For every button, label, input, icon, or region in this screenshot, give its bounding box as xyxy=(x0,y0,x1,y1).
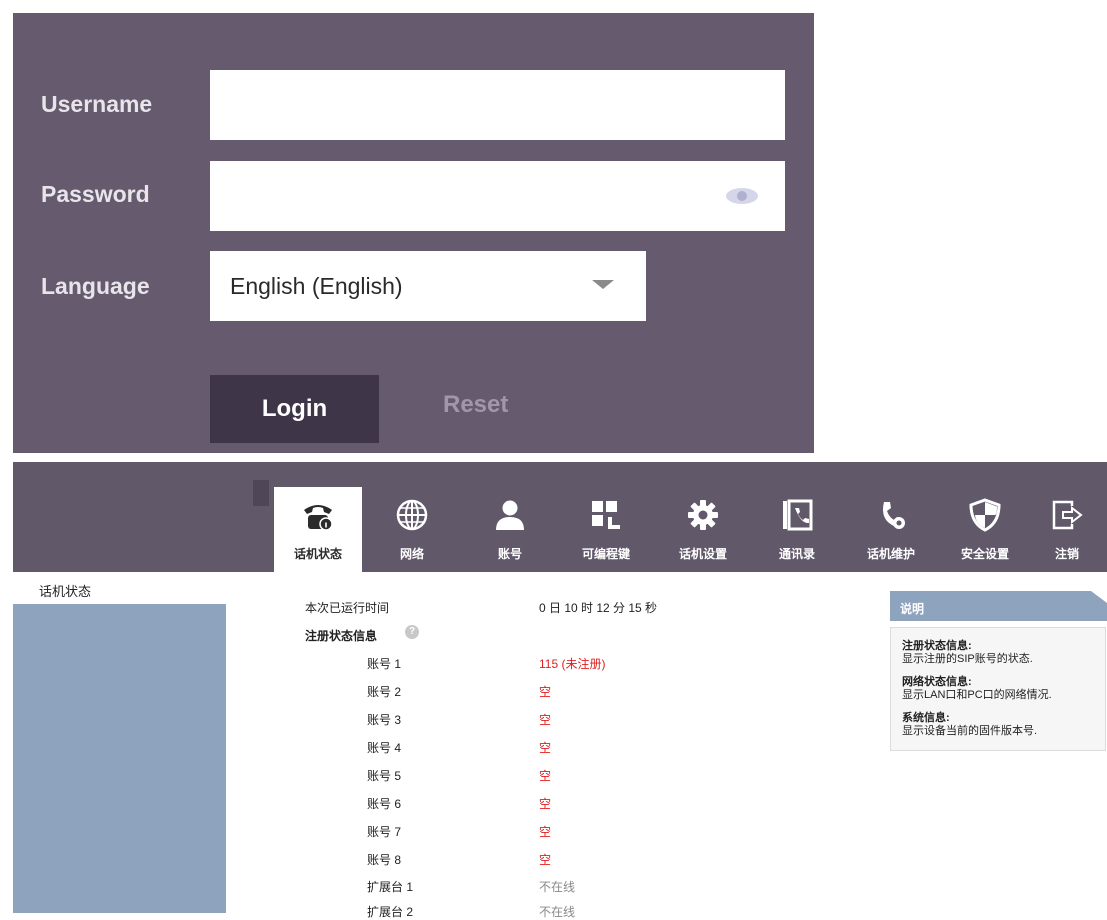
uptime-value: 0 日 10 时 12 分 15 秒 xyxy=(539,601,658,615)
account-label: 账号 6 xyxy=(367,797,402,811)
gear-icon xyxy=(688,500,718,530)
language-value: English (English) xyxy=(230,273,403,299)
password-input[interactable] xyxy=(210,161,785,231)
help-section-title: 系统信息: xyxy=(902,712,950,724)
help-section-title: 网络状态信息: xyxy=(902,676,972,688)
contacts-icon xyxy=(783,499,813,531)
tab-contacts[interactable]: 通讯录 xyxy=(753,462,841,572)
account-status: 空 xyxy=(539,685,552,699)
globe-icon xyxy=(396,499,428,531)
tab-programmable-keys[interactable]: 可编程键 xyxy=(562,462,650,572)
account-status: 空 xyxy=(539,853,552,867)
help-section-text: 显示LAN口和PC口的网络情况. xyxy=(902,689,1052,701)
tab-account[interactable]: 账号 xyxy=(466,462,554,572)
expansion-status: 不在线 xyxy=(539,880,576,894)
expansion-status: 不在线 xyxy=(539,905,576,919)
chevron-down-icon xyxy=(592,280,614,289)
account-label: 账号 3 xyxy=(367,713,402,727)
language-label: Language xyxy=(41,273,150,299)
tab-label: 可编程键 xyxy=(581,547,630,561)
expansion-label: 扩展台 2 xyxy=(367,905,414,919)
maintenance-icon xyxy=(883,502,905,529)
help-section-text: 显示设备当前的固件版本号. xyxy=(902,725,1038,737)
top-nav-bar: 话机状态 网络 账号 可编程键 话机设置 通讯录 话机维护 安全设置 注销 xyxy=(13,462,1107,572)
username-input[interactable] xyxy=(210,70,785,140)
tab-label: 话机维护 xyxy=(866,547,915,561)
account-label: 账号 7 xyxy=(367,825,402,839)
password-label: Password xyxy=(41,181,150,207)
eye-icon[interactable] xyxy=(725,187,759,205)
reset-button[interactable]: Reset xyxy=(443,391,508,419)
account-status: 115 (未注册) xyxy=(539,657,606,671)
account-status: 空 xyxy=(539,741,552,755)
help-panel-header: 说明 xyxy=(890,591,1107,621)
tab-phone-maintenance[interactable]: 话机维护 xyxy=(847,462,935,572)
tab-phone-status[interactable]: 话机状态 xyxy=(274,487,362,572)
help-section-text: 显示注册的SIP账号的状态. xyxy=(902,653,1033,665)
logout-icon xyxy=(1052,500,1083,530)
help-icon[interactable]: ? xyxy=(405,625,419,639)
username-label: Username xyxy=(41,91,153,117)
account-status: 空 xyxy=(539,713,552,727)
tab-label: 注销 xyxy=(1054,547,1079,561)
sidebar-item-label: 话机状态 xyxy=(39,584,92,599)
login-panel: Username Password Language English (Engl… xyxy=(13,13,814,453)
tab-label: 安全设置 xyxy=(960,547,1009,561)
account-label: 账号 5 xyxy=(367,769,402,783)
uptime-label: 本次已运行时间 xyxy=(305,601,390,615)
login-button[interactable]: Login xyxy=(210,375,379,443)
phone-icon xyxy=(304,505,333,531)
account-label: 账号 4 xyxy=(367,741,402,755)
help-panel-title: 说明 xyxy=(900,602,925,616)
help-section: 网络状态信息: 显示LAN口和PC口的网络情况. xyxy=(902,676,1052,702)
tab-network[interactable]: 网络 xyxy=(368,462,456,572)
expansion-label: 扩展台 1 xyxy=(367,880,414,894)
user-icon xyxy=(496,500,524,530)
tab-logout[interactable]: 注销 xyxy=(1023,462,1107,572)
help-section: 系统信息: 显示设备当前的固件版本号. xyxy=(902,712,1037,738)
account-status: 空 xyxy=(539,769,552,783)
topbar-divider xyxy=(253,480,269,506)
help-panel: 注册状态信息: 显示注册的SIP账号的状态. 网络状态信息: 显示LAN口和PC… xyxy=(890,627,1106,751)
tab-phone-settings[interactable]: 话机设置 xyxy=(659,462,747,572)
tab-label: 话机设置 xyxy=(678,547,727,561)
help-section-title: 注册状态信息: xyxy=(902,640,972,652)
account-status: 空 xyxy=(539,825,552,839)
account-label: 账号 2 xyxy=(367,685,402,699)
tab-security-settings[interactable]: 安全设置 xyxy=(941,462,1029,572)
registration-section-title: 注册状态信息 xyxy=(305,629,378,643)
shield-icon xyxy=(969,498,1001,532)
corner-fold-decoration xyxy=(1091,591,1107,603)
account-status: 空 xyxy=(539,797,552,811)
tab-label: 网络 xyxy=(399,547,424,561)
tab-label: 话机状态 xyxy=(293,547,342,561)
account-label: 账号 1 xyxy=(367,657,402,671)
keypad-icon xyxy=(592,501,620,529)
sidebar xyxy=(13,604,226,913)
help-section: 注册状态信息: 显示注册的SIP账号的状态. xyxy=(902,640,1033,666)
account-label: 账号 8 xyxy=(367,853,402,867)
tab-label: 通讯录 xyxy=(778,547,815,561)
sidebar-item-phone-status[interactable]: 话机状态 xyxy=(13,572,226,604)
tab-label: 账号 xyxy=(497,547,522,561)
language-select[interactable]: English (English) xyxy=(210,251,646,321)
